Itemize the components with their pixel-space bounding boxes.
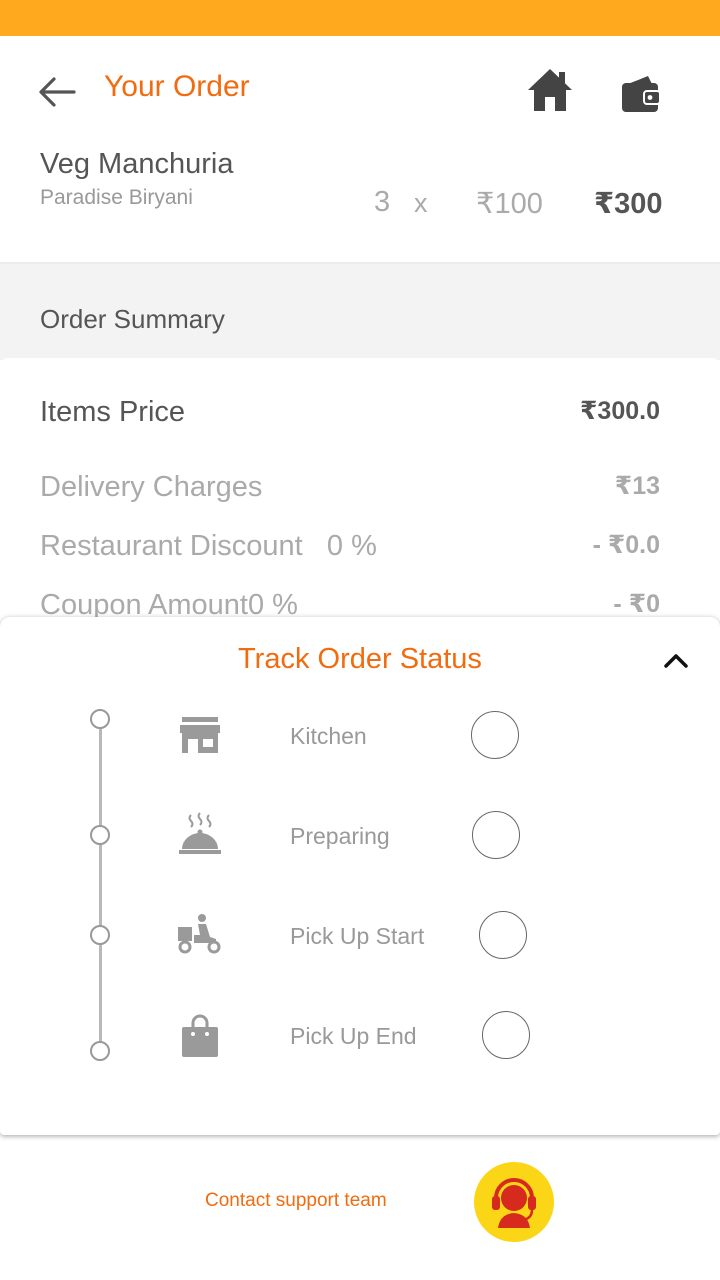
item-name: Veg Manchuria [40,148,234,180]
timeline-dot [90,925,110,945]
track-order-sheet: Track Order Status Kitchen Preparing Pic… [0,617,720,1135]
timeline-dot [90,1041,110,1061]
step-label-kitchen: Kitchen [290,723,367,749]
timeline-line [99,721,102,1051]
status-bar [0,0,720,36]
coupon-amount-value: - ₹0 [613,590,660,618]
arrow-left-icon [39,77,76,107]
app-header: Your Order [0,36,720,136]
restaurant-discount-label: Restaurant Discount 0 % [40,530,377,562]
contact-support-link[interactable]: Contact support team [205,1190,387,1212]
step-label-pick-up-start: Pick Up Start [290,923,425,949]
items-price-value: ₹300.0 [580,397,660,425]
home-icon [528,69,572,111]
store-icon [176,711,224,759]
item-total-price: ₹300 [594,188,663,220]
timeline-dot [90,825,110,845]
step-status-kitchen[interactable] [471,711,519,759]
page-title: Your Order [104,70,250,103]
back-button[interactable] [36,74,76,110]
order-summary-card: Items Price ₹300.0 Delivery Charges ₹13 … [0,358,720,628]
step-label-preparing: Preparing [290,823,390,849]
quantity-times-sign: x [414,188,428,218]
delivery-charges-label: Delivery Charges [40,471,263,503]
item-quantity: 3 [374,186,391,218]
timeline-dot [90,709,110,729]
collapse-sheet-button[interactable] [660,649,692,673]
step-status-preparing[interactable] [472,811,520,859]
order-summary-title: Order Summary [40,304,225,334]
delivery-scooter-icon [176,911,224,959]
order-item-row: Veg Manchuria Paradise Biryani 3 x ₹100 … [0,136,720,264]
step-status-pick-up-end[interactable] [482,1011,530,1059]
items-price-label: Items Price [40,396,186,428]
shopping-bag-icon [176,1013,224,1061]
chevron-up-icon [664,654,688,668]
track-order-title: Track Order Status [238,643,482,675]
home-button[interactable] [526,66,574,114]
headset-support-icon [492,1178,536,1228]
step-label-pick-up-end: Pick Up End [290,1023,417,1049]
order-summary-header: Order Summary [0,264,720,360]
item-unit-price: ₹100 [476,188,543,220]
step-status-pick-up-start[interactable] [479,911,527,959]
restaurant-name: Paradise Biryani [40,186,193,209]
wallet-icon [622,76,661,112]
contact-support-button[interactable] [474,1162,554,1242]
delivery-charges-value: ₹13 [614,472,660,500]
wallet-button[interactable] [620,74,664,114]
cloche-icon [176,811,224,859]
restaurant-discount-value: - ₹0.0 [592,531,660,559]
